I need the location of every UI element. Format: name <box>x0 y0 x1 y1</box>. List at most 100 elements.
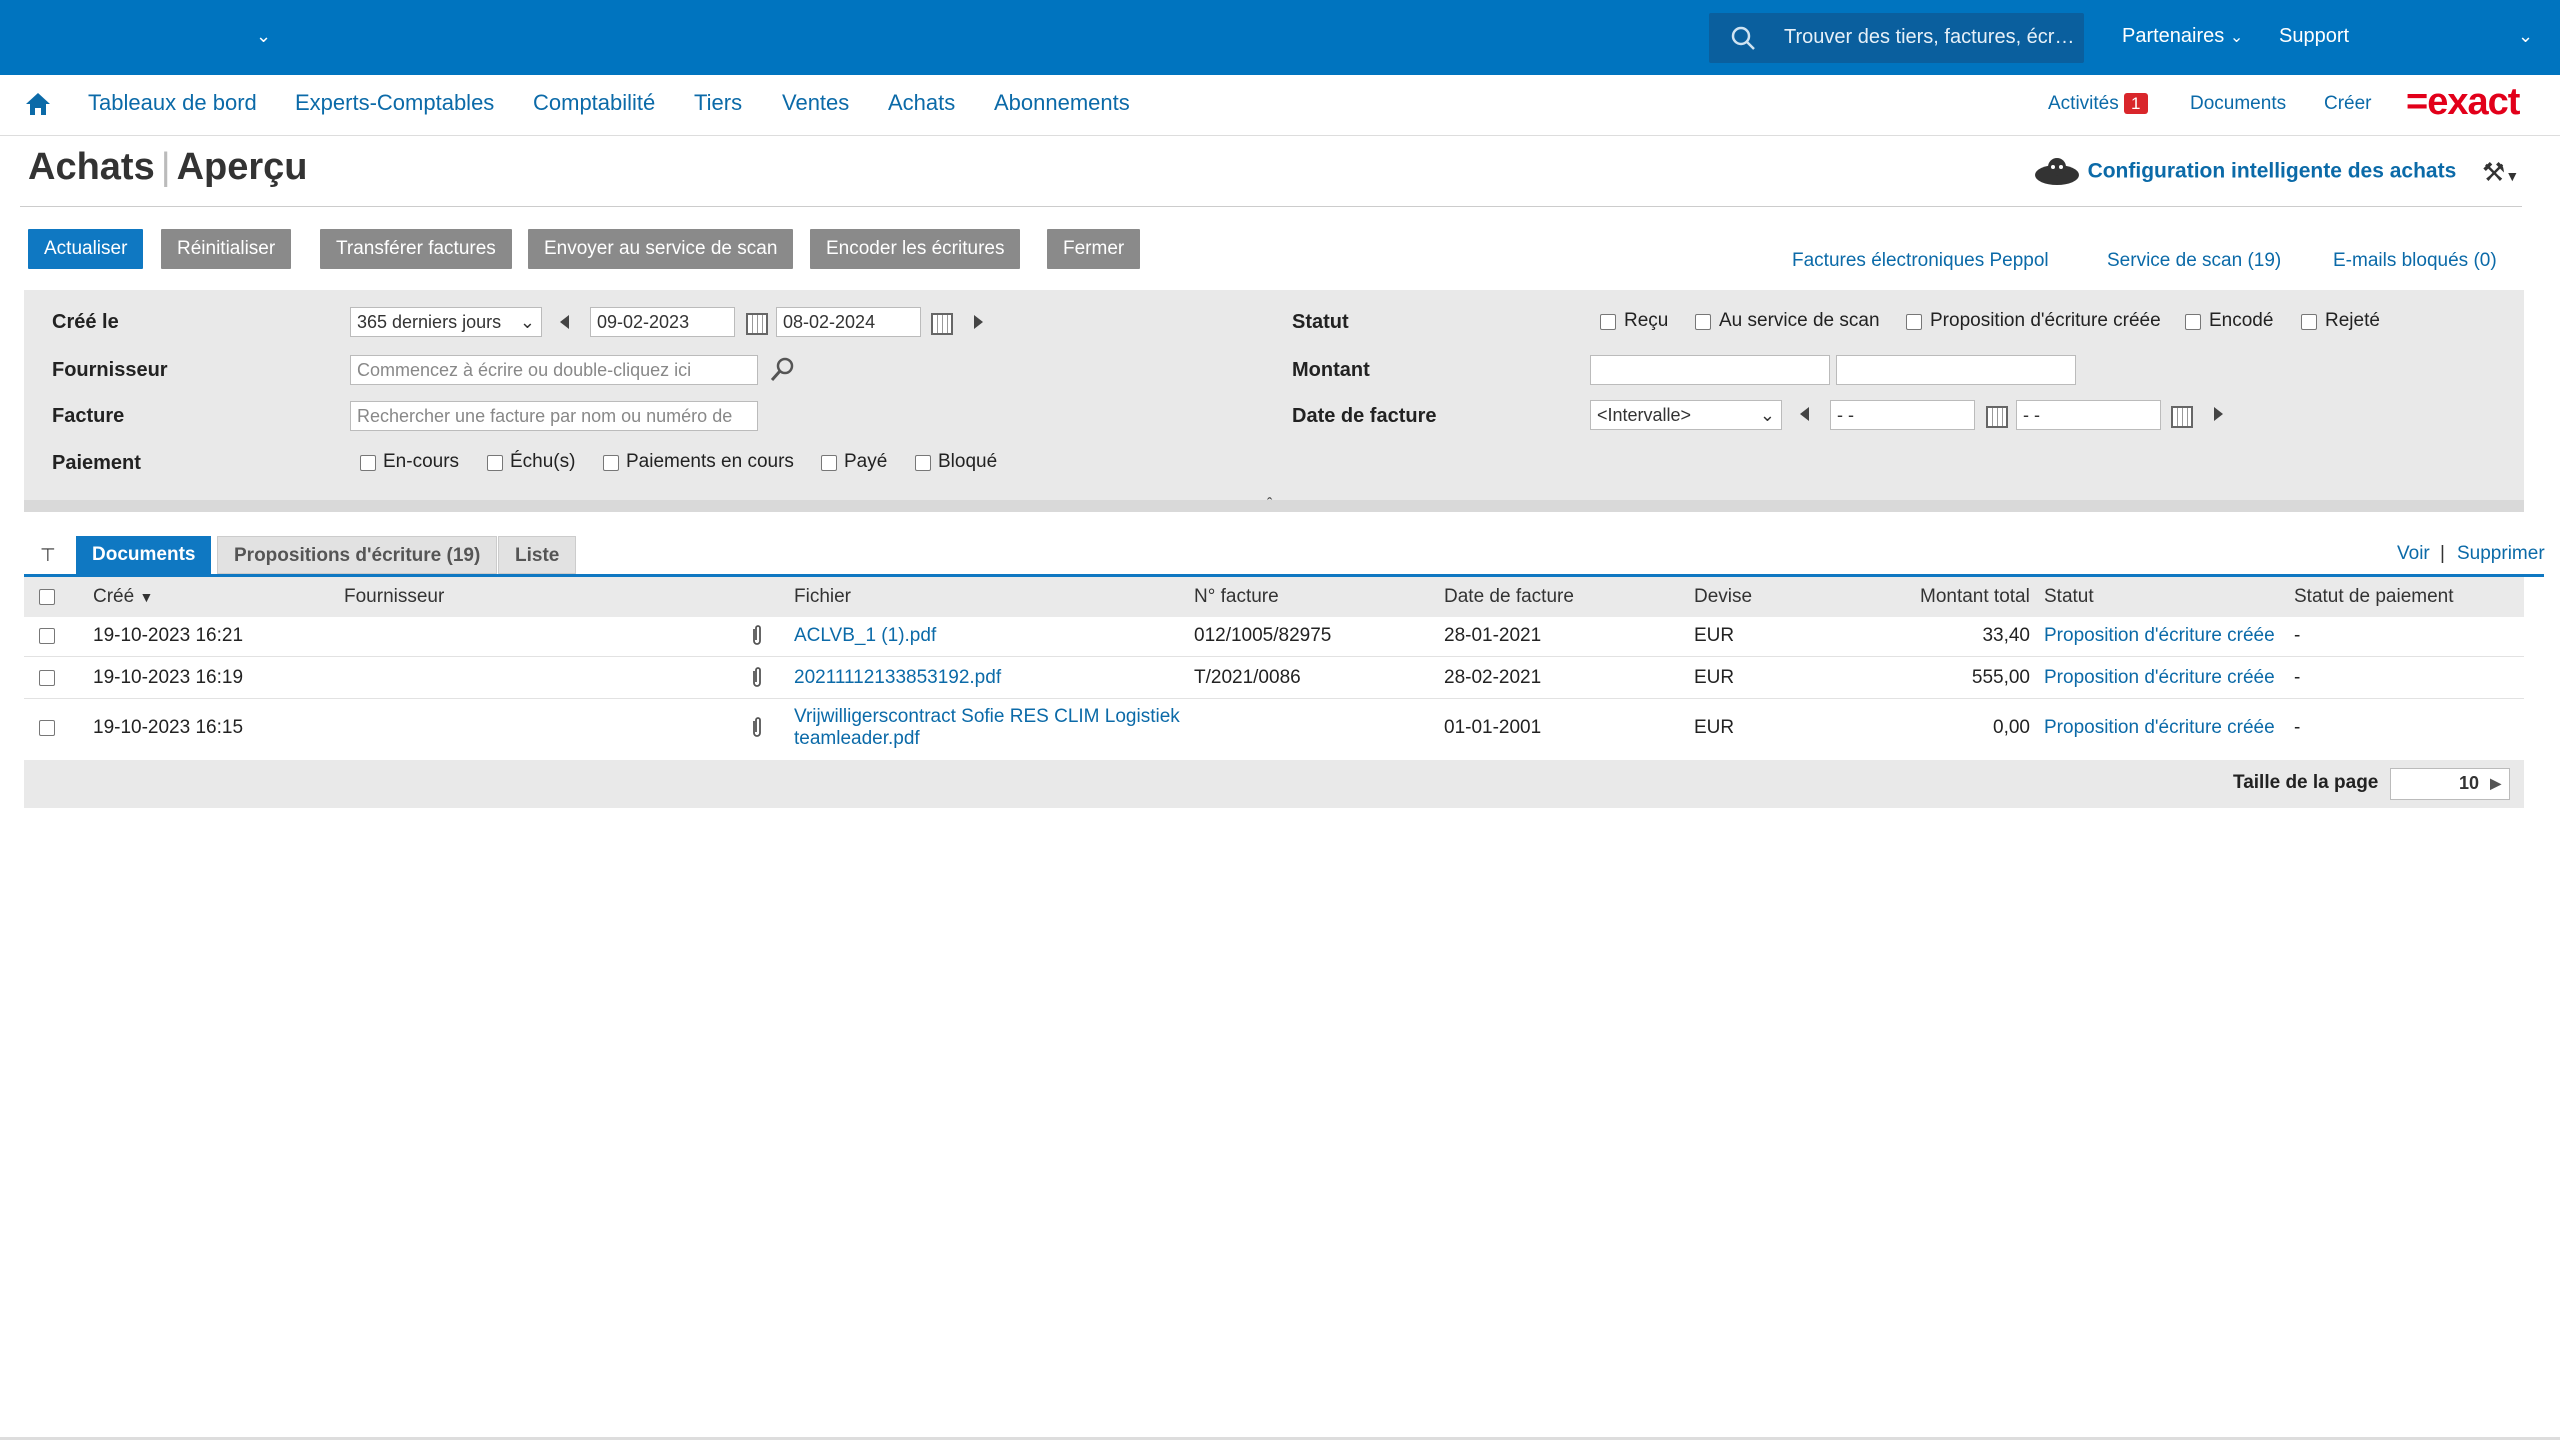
nav-accountants[interactable]: Experts-Comptables <box>295 90 494 116</box>
home-icon[interactable] <box>24 91 52 117</box>
next-period-icon[interactable] <box>974 315 983 329</box>
invoice-label: Facture <box>52 405 125 427</box>
status-option-label: Rejeté <box>2325 310 2380 331</box>
column-total[interactable]: Montant total <box>1920 586 2030 608</box>
reset-button[interactable]: Réinitialiser <box>161 229 292 269</box>
status-rejected-checkbox[interactable] <box>2301 314 2317 330</box>
send-scan-button[interactable]: Envoyer au service de scan <box>528 229 794 269</box>
column-supplier[interactable]: Fournisseur <box>344 586 444 608</box>
invoice-date-from-input[interactable]: - - <box>1830 400 1975 430</box>
row-checkbox[interactable] <box>39 720 55 736</box>
pin-icon[interactable]: ⊤ <box>40 545 56 566</box>
row-file-link-continued[interactable]: teamleader.pdf <box>794 728 920 750</box>
created-from-input[interactable]: 09-02-2023 <box>590 307 735 337</box>
status-option-label: Reçu <box>1624 310 1669 331</box>
calendar-icon[interactable] <box>746 313 768 335</box>
documents-link[interactable]: Documents <box>2190 93 2286 115</box>
column-created[interactable]: Créé ▼ <box>93 586 153 608</box>
page-title-sub: Aperçu <box>176 146 308 188</box>
tab-entry-proposals[interactable]: Propositions d'écriture (19) <box>217 536 498 574</box>
row-checkbox[interactable] <box>39 628 55 644</box>
calendar-icon[interactable] <box>1986 406 2008 428</box>
nav-subscriptions[interactable]: Abonnements <box>994 90 1130 116</box>
blocked-emails-link[interactable]: E-mails bloqués (0) <box>2333 250 2497 272</box>
payment-option-label: En-cours <box>383 451 460 472</box>
transfer-invoices-button[interactable]: Transférer factures <box>320 229 512 269</box>
invoice-date-to-input[interactable]: - - <box>2016 400 2161 430</box>
column-payment-status[interactable]: Statut de paiement <box>2294 586 2454 608</box>
status-encoded-checkbox[interactable] <box>2185 314 2201 330</box>
row-total: 33,40 <box>1982 625 2030 646</box>
status-option-label: Au service de scan <box>1719 310 1880 331</box>
close-button[interactable]: Fermer <box>1047 229 1141 269</box>
nav-relations[interactable]: Tiers <box>694 90 742 116</box>
filter-collapse-bar[interactable] <box>24 500 2524 512</box>
row-payment-status: - <box>2294 717 2301 738</box>
support-menu[interactable]: Support <box>2279 25 2349 48</box>
payment-in-progress-checkbox[interactable] <box>603 455 619 471</box>
magnifier-icon[interactable] <box>768 356 796 384</box>
nav-purchases[interactable]: Achats <box>888 90 955 116</box>
previous-period-icon[interactable] <box>560 315 569 329</box>
status-at-scan-service-checkbox[interactable] <box>1695 314 1711 330</box>
tab-documents[interactable]: Documents <box>76 536 212 574</box>
payment-outstanding-checkbox[interactable] <box>360 455 376 471</box>
partners-menu[interactable]: Partenaires ⌄ <box>2122 25 2243 48</box>
amount-to-input[interactable] <box>1836 355 2076 385</box>
scan-service-link[interactable]: Service de scan (19) <box>2107 250 2281 272</box>
page-size-input[interactable]: 10 ▶ <box>2390 768 2510 800</box>
created-to-input[interactable]: 08-02-2024 <box>776 307 921 337</box>
title-divider <box>20 206 2522 207</box>
invoice-search-input[interactable]: Rechercher une facture par nom ou numéro… <box>350 401 758 431</box>
peppol-link[interactable]: Factures électroniques Peppol <box>1792 250 2049 272</box>
row-status-link[interactable]: Proposition d'écriture créée <box>2044 667 2275 689</box>
chevron-up-icon[interactable]: ˆ <box>1267 496 1272 514</box>
activities-link[interactable]: Activités 1 <box>2048 93 2148 115</box>
nav-dashboards[interactable]: Tableaux de bord <box>88 90 257 116</box>
company-dropdown-chevron-icon[interactable]: ⌄ <box>256 26 271 47</box>
column-invoice-date[interactable]: Date de facture <box>1444 586 1574 608</box>
payment-blocked-checkbox[interactable] <box>915 455 931 471</box>
payment-overdue-checkbox[interactable] <box>487 455 503 471</box>
column-invoice-number[interactable]: N° facture <box>1194 586 1279 608</box>
status-received-checkbox[interactable] <box>1600 314 1616 330</box>
calendar-icon[interactable] <box>2171 406 2193 428</box>
status-option-label: Encodé <box>2209 310 2274 331</box>
column-status[interactable]: Statut <box>2044 586 2094 608</box>
row-file-link[interactable]: 20211112133853192.pdf <box>794 667 1001 689</box>
payment-option-label: Paiements en cours <box>626 451 794 472</box>
created-range-select[interactable]: 365 derniers jours ⌄ <box>350 307 542 337</box>
encode-entries-button[interactable]: Encoder les écritures <box>810 229 1021 269</box>
nav-sales[interactable]: Ventes <box>782 90 849 116</box>
create-link[interactable]: Créer <box>2324 93 2372 115</box>
column-currency[interactable]: Devise <box>1694 586 1752 608</box>
previous-period-icon[interactable] <box>1800 407 1809 421</box>
calendar-icon[interactable] <box>931 313 953 335</box>
row-file-link[interactable]: ACLVB_1 (1).pdf <box>794 625 936 647</box>
row-checkbox[interactable] <box>39 670 55 686</box>
partners-label: Partenaires <box>2122 25 2225 47</box>
row-status-link[interactable]: Proposition d'écriture créée <box>2044 625 2275 647</box>
payment-paid-checkbox[interactable] <box>821 455 837 471</box>
view-link[interactable]: Voir <box>2397 543 2430 565</box>
main-nav: Tableaux de bord Experts-Comptables Comp… <box>0 75 2560 136</box>
smart-config-link[interactable]: Configuration intelligente des achats <box>2032 155 2456 189</box>
settings-menu[interactable]: ⚒▼ <box>2482 157 2519 188</box>
supplier-input[interactable]: Commencez à écrire ou double-cliquez ici <box>350 355 758 385</box>
column-file[interactable]: Fichier <box>794 586 851 608</box>
row-file-link[interactable]: Vrijwilligerscontract Sofie RES CLIM Log… <box>794 706 1180 728</box>
tab-list[interactable]: Liste <box>498 536 577 574</box>
row-status-link[interactable]: Proposition d'écriture créée <box>2044 717 2275 739</box>
invoice-date-range-select[interactable]: <Intervalle> ⌄ <box>1590 400 1782 430</box>
status-proposal-created-checkbox[interactable] <box>1906 314 1922 330</box>
refresh-button[interactable]: Actualiser <box>28 229 144 269</box>
global-search[interactable]: Trouver des tiers, factures, écr… <box>1709 13 2084 63</box>
amount-from-input[interactable] <box>1590 355 1830 385</box>
select-all-checkbox[interactable] <box>39 589 55 605</box>
user-menu-chevron-icon[interactable]: ⌄ <box>2518 26 2533 47</box>
title-separator: | <box>160 146 171 188</box>
delete-link[interactable]: Supprimer <box>2457 543 2545 565</box>
nav-accounting[interactable]: Comptabilité <box>533 90 655 116</box>
next-period-icon[interactable] <box>2214 407 2223 421</box>
chevron-down-icon: ⌄ <box>1759 405 1775 425</box>
